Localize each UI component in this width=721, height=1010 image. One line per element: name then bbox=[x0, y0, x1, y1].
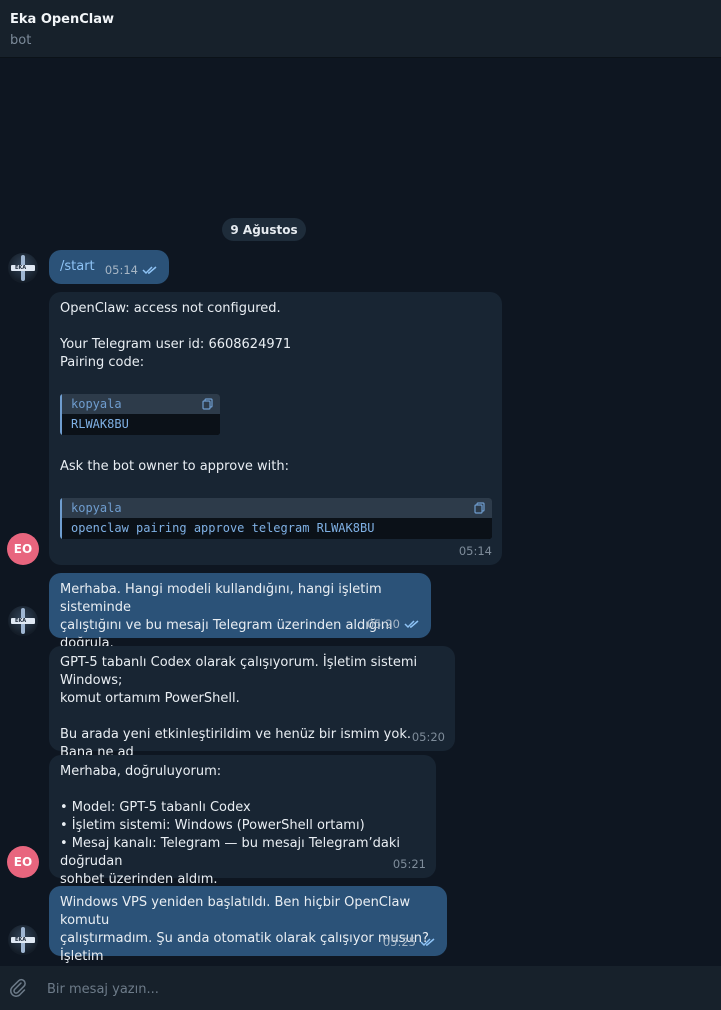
message-bubble[interactable]: Merhaba, doğruluyorum: • Model: GPT-5 ta… bbox=[49, 755, 436, 887]
chat-subtitle: bot bbox=[10, 33, 32, 48]
message-time: 05:20 bbox=[411, 730, 445, 744]
message-time: 05:21 bbox=[392, 857, 426, 871]
message-input[interactable] bbox=[45, 978, 689, 1000]
bot-avatar-label: EKA bbox=[15, 618, 27, 624]
message-line: OpenClaw: access not configured. bbox=[60, 301, 281, 316]
copy-label: kopyala bbox=[71, 397, 122, 411]
bot-avatar-label: EKA bbox=[15, 937, 27, 943]
message-composer bbox=[0, 966, 721, 1010]
message-bubble[interactable]: OpenClaw: access not configured. Your Te… bbox=[49, 292, 502, 565]
message-meta: 05:14 bbox=[459, 542, 492, 560]
code-copy-header[interactable]: kopyala bbox=[60, 394, 220, 414]
chat-title: Eka OpenClaw bbox=[10, 12, 115, 27]
chat-header[interactable]: Eka OpenClaw bot bbox=[0, 0, 721, 58]
message-bubble[interactable]: Windows VPS yeniden başlatıldı. Ben hiçb… bbox=[49, 886, 447, 982]
copy-icon[interactable] bbox=[202, 398, 214, 410]
copy-icon[interactable] bbox=[474, 502, 486, 514]
message-line: Ask the bot owner to approve with: bbox=[60, 459, 289, 474]
copy-label: kopyala bbox=[71, 501, 122, 515]
code-block: kopyala RLWAK8BU bbox=[60, 394, 220, 435]
bot-avatar[interactable]: EKA bbox=[8, 606, 38, 636]
message-time: 05:25 bbox=[382, 935, 416, 949]
double-check-icon bbox=[142, 266, 157, 275]
bot-avatar[interactable]: EKA bbox=[8, 253, 38, 283]
message-line: Pairing code: bbox=[60, 355, 145, 370]
code-text: openclaw pairing approve telegram RLWAK8… bbox=[60, 518, 492, 539]
message-meta: 05:20 bbox=[367, 615, 421, 633]
message-bubble[interactable]: GPT-5 tabanlı Codex olarak çalışıyorum. … bbox=[49, 646, 455, 778]
code-copy-header[interactable]: kopyala bbox=[60, 498, 492, 518]
message-bubble[interactable]: Merhaba. Hangi modeli kullandığını, hang… bbox=[49, 573, 431, 651]
bot-avatar[interactable]: EKA bbox=[8, 925, 38, 955]
double-check-icon bbox=[404, 620, 419, 629]
date-separator: 9 Ağustos bbox=[222, 218, 306, 241]
paperclip-icon[interactable] bbox=[8, 978, 28, 998]
message-time: 05:20 bbox=[366, 617, 400, 631]
message-meta: 05:21 bbox=[393, 855, 426, 873]
message-meta: 05:20 bbox=[412, 728, 445, 746]
code-text: RLWAK8BU bbox=[60, 414, 220, 435]
message-line: Your Telegram user id: 6608624971 bbox=[60, 337, 292, 352]
code-block: kopyala openclaw pairing approve telegra… bbox=[60, 498, 492, 539]
user-avatar[interactable]: EO bbox=[7, 846, 39, 878]
message-meta: 05:25 bbox=[383, 933, 437, 951]
message-time: 05:14 bbox=[458, 544, 492, 558]
message-bubble[interactable]: /start 05:14 bbox=[49, 250, 169, 284]
message-time: 05:14 bbox=[104, 263, 138, 277]
message-text: Merhaba, doğruluyorum: • Model: GPT-5 ta… bbox=[60, 764, 400, 887]
user-avatar[interactable]: EO bbox=[7, 533, 39, 565]
bot-avatar-label: EKA bbox=[15, 265, 27, 271]
double-check-icon bbox=[420, 938, 435, 947]
message-meta: 05:14 bbox=[105, 261, 159, 279]
